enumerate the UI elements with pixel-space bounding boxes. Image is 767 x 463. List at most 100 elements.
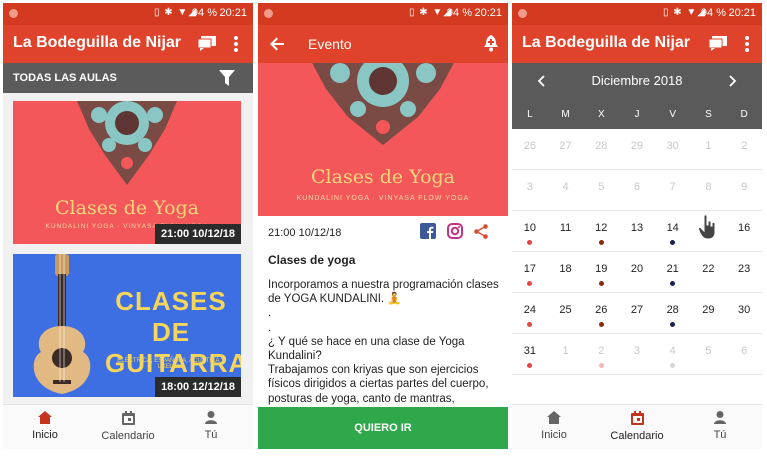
filter-icon[interactable]	[219, 70, 235, 86]
calendar-day[interactable]: 20	[619, 252, 655, 293]
day-number: 1	[705, 140, 712, 152]
weekday-label: D	[740, 109, 748, 120]
event-title: Clases de yoga	[268, 253, 356, 267]
person-icon	[714, 411, 726, 424]
screen-evento: ▯ ✱ ▼◢ 94 % 20:21 Evento Clases de Yoga …	[258, 3, 508, 449]
day-number: 3	[633, 345, 641, 357]
event-dot	[670, 363, 676, 368]
calendar-day[interactable]: 5	[583, 170, 619, 211]
nav-calendario[interactable]: Calendario	[98, 411, 158, 442]
calendar-day[interactable]: 24	[512, 293, 548, 334]
nav-tu[interactable]: Tú	[181, 411, 241, 441]
event-dot	[598, 322, 604, 327]
calendar-day[interactable]: 23	[726, 252, 762, 293]
card-datetime: 18:00 12/12/18	[154, 377, 241, 397]
weekday-header: LMXJVSD	[512, 99, 762, 129]
calendar-day[interactable]: 11	[548, 211, 584, 252]
calendar-day[interactable]: 14	[655, 211, 691, 252]
calendar-day[interactable]: 17	[512, 252, 548, 293]
calendar-day[interactable]: 26	[583, 293, 619, 334]
calendar-day[interactable]: 28	[583, 129, 619, 170]
calendar-day[interactable]: 16	[726, 211, 762, 252]
more-vert-icon[interactable]	[233, 35, 239, 53]
calendar-day[interactable]: 26	[512, 129, 548, 170]
event-card-yoga[interactable]: Clases de Yoga KUNDALINI YOGA · VINYASA …	[13, 101, 241, 244]
event-datetime: 21:00 10/12/18	[268, 227, 342, 239]
nav-tu[interactable]: Tú	[690, 411, 750, 441]
event-card-guitarra[interactable]: CLASES DE GUITARRA ELECTRICA, ESPAÑOLA, …	[13, 254, 241, 397]
status-bar: ▯ ✱ ▼◢ 94 % 20:21	[512, 3, 762, 25]
calendar-day[interactable]: 29	[619, 129, 655, 170]
calendar-day[interactable]: 30	[726, 293, 762, 334]
month-label: Diciembre 2018	[591, 73, 683, 88]
quiero-ir-button[interactable]: QUIERO IR	[258, 407, 508, 449]
calendar-day[interactable]: 29	[691, 293, 727, 334]
bottom-nav: Inicio Calendario Tú	[3, 404, 253, 449]
calendar-day[interactable]: 18	[548, 252, 584, 293]
nav-label: Inicio	[32, 429, 58, 441]
calendar-day[interactable]: 30	[655, 129, 691, 170]
day-number: 26	[523, 140, 536, 152]
banner-title: Clases de Yoga	[311, 166, 455, 188]
calendar-day[interactable]: 13	[619, 211, 655, 252]
calendar-day[interactable]: 12	[583, 211, 619, 252]
calendar-day[interactable]: 10	[512, 211, 548, 252]
weekday-label: L	[527, 109, 533, 120]
day-number: 24	[523, 304, 536, 316]
calendar-day[interactable]: 31	[512, 334, 548, 375]
calendar-day[interactable]: 6	[726, 334, 762, 375]
calendar-day[interactable]: 2	[726, 129, 762, 170]
description-paragraph: ¿ Y qué se hace en una clase de Yoga Kun…	[268, 335, 465, 363]
calendar-day[interactable]: 5	[691, 334, 727, 375]
calendar-day[interactable]: 1	[691, 129, 727, 170]
nav-inicio[interactable]: Inicio	[15, 411, 75, 441]
day-number: 30	[738, 304, 751, 316]
back-arrow-icon[interactable]	[270, 37, 284, 51]
day-number: 27	[559, 140, 572, 152]
day-number: 9	[741, 181, 748, 193]
notification-dot-icon	[264, 9, 273, 18]
chat-icon[interactable]	[708, 35, 728, 51]
guitar-icon	[33, 254, 91, 394]
calendar-day[interactable]: 7	[655, 170, 691, 211]
day-number: 21	[666, 263, 679, 275]
share-icon[interactable]	[474, 224, 488, 239]
calendar-day[interactable]: 9	[726, 170, 762, 211]
more-vert-icon[interactable]	[744, 35, 750, 53]
calendar-day[interactable]: 2	[583, 334, 619, 375]
instagram-icon[interactable]	[447, 223, 463, 239]
calendar-day[interactable]: 25	[548, 293, 584, 334]
calendar-day[interactable]: 22	[691, 252, 727, 293]
day-number: 1	[562, 345, 569, 357]
facebook-icon[interactable]	[420, 223, 436, 239]
calendar-day[interactable]: 21	[655, 252, 691, 293]
chat-icon[interactable]	[197, 35, 217, 51]
calendar-day[interactable]: 4	[548, 170, 584, 211]
calendar-day[interactable]: 8	[691, 170, 727, 211]
calendar-day[interactable]: 1	[548, 334, 584, 375]
calendar-day[interactable]: 3	[512, 170, 548, 211]
description-paragraph: .	[268, 307, 272, 320]
day-number: 3	[526, 181, 533, 193]
filter-bar[interactable]: TODAS LAS AULAS	[3, 63, 253, 93]
calendar-day[interactable]: 28	[655, 293, 691, 334]
event-feed: Clases de Yoga KUNDALINI YOGA · VINYASA …	[3, 93, 253, 406]
add-alert-icon[interactable]	[484, 35, 498, 52]
description-paragraph: .	[268, 321, 272, 334]
status-time: 20:21	[219, 7, 247, 19]
calendar-day[interactable]: 27	[619, 293, 655, 334]
calendar-day[interactable]: 6	[619, 170, 655, 211]
calendar-day[interactable]: 19	[583, 252, 619, 293]
weekday-label: X	[597, 109, 605, 120]
status-bar: ▯ ✱ ▼◢ 94 % 20:21	[258, 3, 508, 25]
battery-level: 94 %	[446, 7, 472, 19]
day-number: 2	[598, 345, 605, 357]
calendar-day[interactable]: 4	[655, 334, 691, 375]
calendar-day[interactable]: 27	[548, 129, 584, 170]
nav-inicio[interactable]: Inicio	[524, 411, 584, 441]
day-number: 19	[595, 263, 608, 275]
nav-calendario[interactable]: Calendario	[607, 411, 667, 442]
calendar-day[interactable]: 3	[619, 334, 655, 375]
chevron-right-icon[interactable]	[729, 75, 737, 87]
card-title-line1: CLASES DE	[115, 286, 227, 347]
